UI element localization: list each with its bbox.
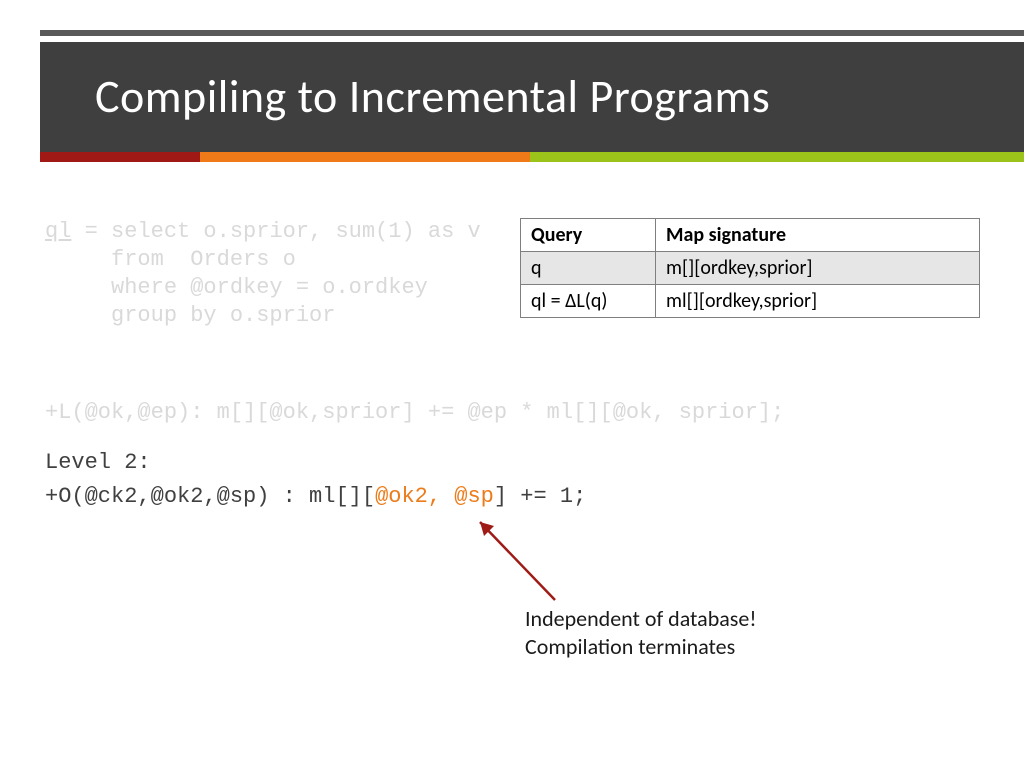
table-row: ql = ΔL(q) ml[][ordkey,sprior] xyxy=(521,285,980,318)
query-definition-code: ql = select o.sprior, sum(1) as v from O… xyxy=(45,218,481,330)
annotation-line-2: Compilation terminates xyxy=(525,633,757,661)
l2-arg-sp: @sp xyxy=(454,484,494,509)
table-row: q m[][ordkey,sprior] xyxy=(521,252,980,285)
l2-arg-ok2: @ok2 xyxy=(375,484,428,509)
table-header-row: Query Map signature xyxy=(521,219,980,252)
level2-label: Level 2: xyxy=(45,450,151,475)
accent-orange xyxy=(200,152,530,162)
arrow-icon xyxy=(460,510,580,610)
header-map-signature: Map signature xyxy=(656,219,980,252)
annotation-line-1: Independent of database! xyxy=(525,605,757,633)
cell-sig-ql: ml[][ordkey,sprior] xyxy=(656,285,980,318)
l2-suffix: ] += 1; xyxy=(494,484,586,509)
l2-prefix: +O(@ck2,@ok2,@sp) : ml[][ xyxy=(45,484,375,509)
slide-title: Compiling to Incremental Programs xyxy=(95,69,770,125)
cell-query-ql: ql = ΔL(q) xyxy=(521,285,656,318)
slide-header: Compiling to Incremental Programs xyxy=(40,30,1024,180)
title-bar: Compiling to Incremental Programs xyxy=(40,42,1024,152)
accent-bar xyxy=(40,152,1024,162)
accent-red xyxy=(40,152,200,162)
map-signature-table: Query Map signature q m[][ordkey,sprior]… xyxy=(520,218,980,318)
annotation-text: Independent of database! Compilation ter… xyxy=(525,605,757,661)
ql-body: = select o.sprior, sum(1) as v from Orde… xyxy=(45,219,481,328)
header-query: Query xyxy=(521,219,656,252)
l2-comma: , xyxy=(428,484,454,509)
accent-green xyxy=(530,152,1024,162)
delta-rule-line: +L(@ok,@ep): m[][@ok,sprior] += @ep * ml… xyxy=(45,400,784,425)
level2-rule: +O(@ck2,@ok2,@sp) : ml[][@ok2, @sp] += 1… xyxy=(45,484,586,509)
ql-label: ql xyxy=(45,219,71,244)
cell-sig-q: m[][ordkey,sprior] xyxy=(656,252,980,285)
cell-query-q: q xyxy=(521,252,656,285)
thin-decorative-bar xyxy=(40,30,1024,36)
